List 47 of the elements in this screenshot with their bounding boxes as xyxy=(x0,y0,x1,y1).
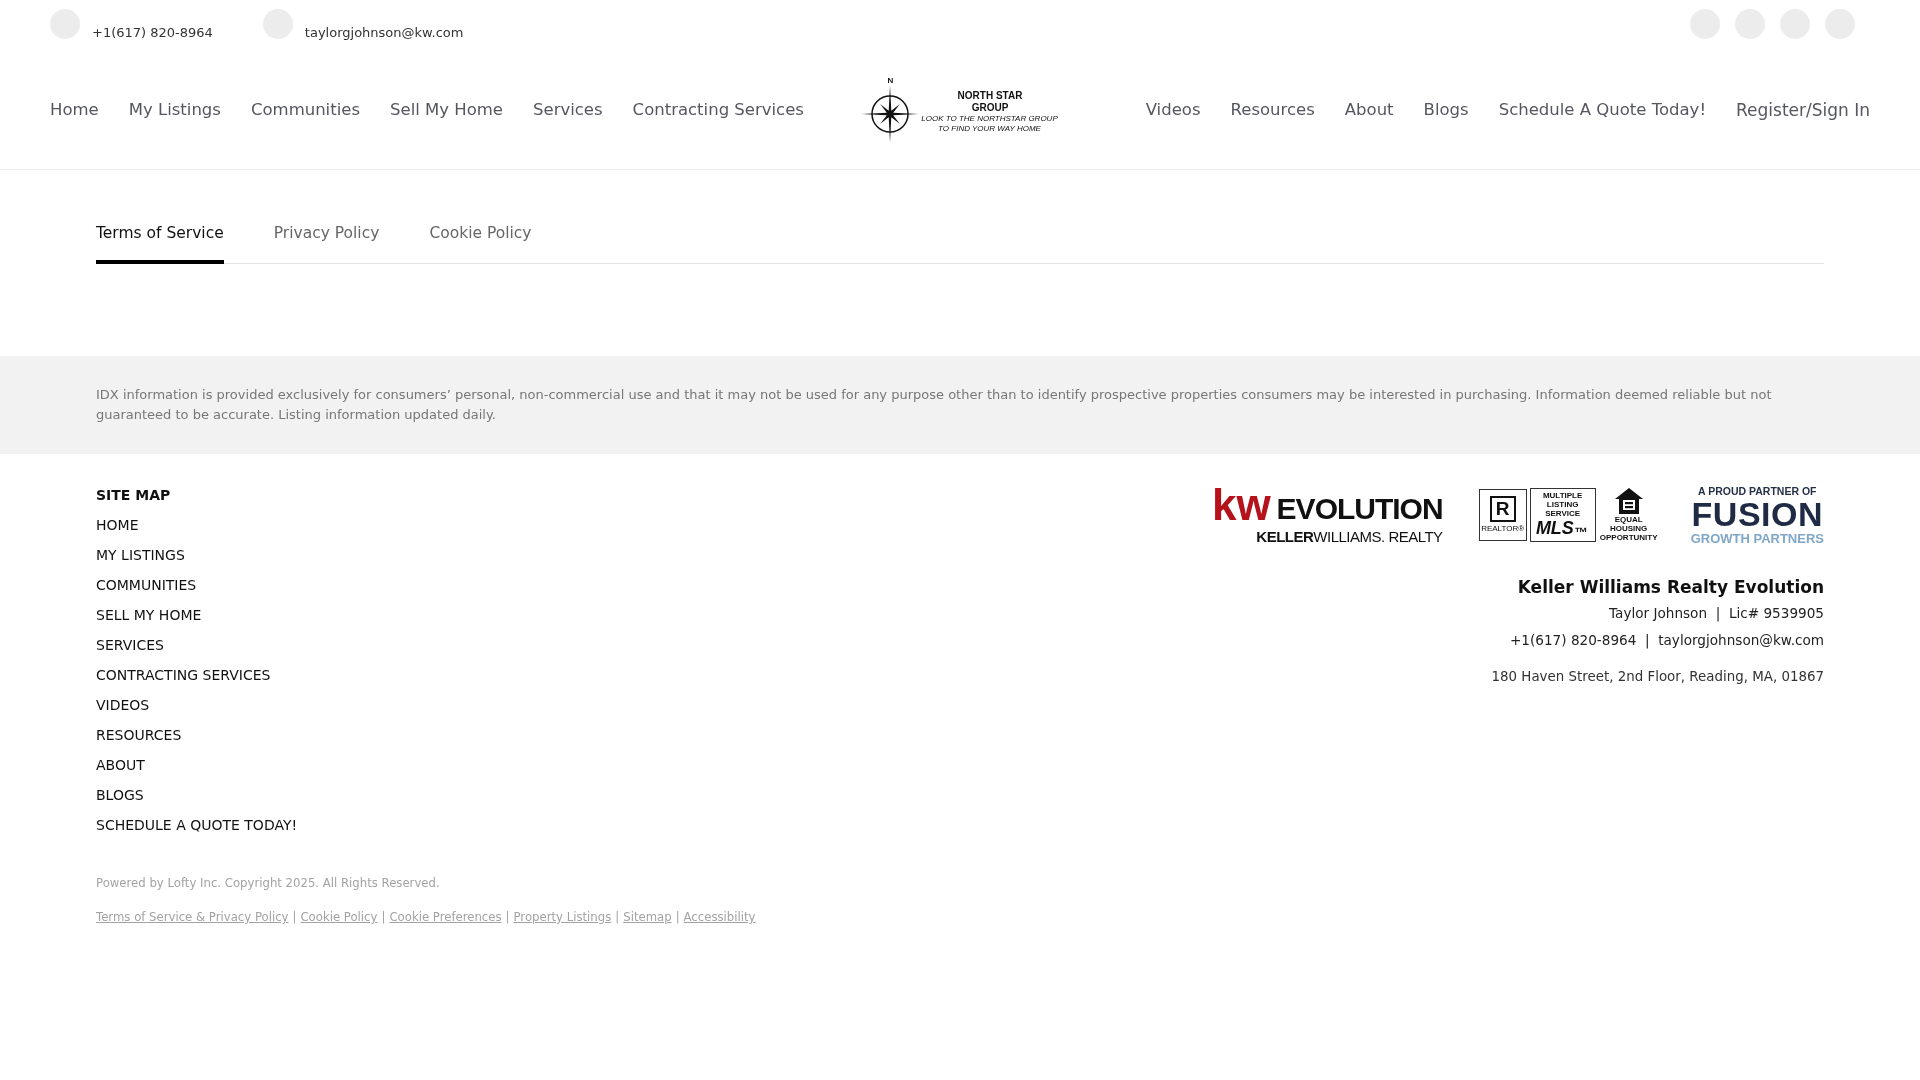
site-map-link[interactable]: RESOURCES xyxy=(96,720,182,750)
office-address: 180 Haven Street, 2nd Floor, Reading, MA, 01867 xyxy=(1491,668,1824,686)
link-separator: | xyxy=(292,909,297,926)
contact-details-text: Taylor Johnson | Lic# 9539905 xyxy=(1609,604,1824,624)
site-map-link[interactable]: SCHEDULE A QUOTE TODAY! xyxy=(96,810,298,840)
site-logo[interactable]: N NORTH STAR GROUP LOOK TO THE NORTHSTAR GROUP TO FIND YOUR WAY HOME xyxy=(861,76,1059,143)
site-map-link[interactable]: SELL MY HOME xyxy=(96,600,202,630)
nav-link[interactable]: Contracting Services xyxy=(632,99,804,120)
idx-disclaimer: IDX information is provided exclusively for consumers’ personal, non-commercial use and that it may not be used for any purpose other than to identify prospective properties consumers may be interested in purchasing. Information deemed reliable but not guaranteed to be accurate. Listing information updated daily. xyxy=(96,386,1773,424)
policy-tab[interactable]: Privacy Policy xyxy=(273,223,380,264)
contact-details-text: +1(617) 820-8964 | taylorgjohnson@kw.com xyxy=(1509,631,1824,651)
nav-link[interactable]: Services xyxy=(533,99,603,120)
sign-in-link[interactable]: Register/Sign In xyxy=(1736,100,1870,121)
site-map-link[interactable]: ABOUT xyxy=(96,750,145,780)
link-separator: | xyxy=(505,909,510,926)
policy-tab[interactable]: Terms of Service xyxy=(96,223,224,264)
realtor-logo: R REALTOR® xyxy=(1478,489,1527,541)
link-separator: | xyxy=(381,909,386,926)
house-icon xyxy=(1614,488,1643,514)
nav-link[interactable]: Sell My Home xyxy=(390,99,504,120)
nav-link[interactable]: Blogs xyxy=(1423,99,1469,120)
nav-link[interactable]: My Listings xyxy=(128,99,221,120)
nav-link[interactable]: Communities xyxy=(250,99,360,120)
policy-tab[interactable]: Cookie Policy xyxy=(429,223,532,264)
brokerage-name: Keller Williams Realty Evolution xyxy=(1517,576,1824,599)
nav-link[interactable]: About xyxy=(1344,99,1394,120)
site-map-link[interactable]: MY LISTINGS xyxy=(96,540,185,570)
site-map-link[interactable]: CONTRACTING SERVICES xyxy=(96,660,271,690)
site-map-link[interactable]: HOME xyxy=(96,510,139,540)
partner-logo: A PROUD PARTNER OF FUSION GROWTH PARTNERS xyxy=(1690,484,1824,546)
site-map-link[interactable]: VIDEOS xyxy=(96,690,150,720)
brokerage-logo: kw EVOLUTION KELLERWILLIAMS. REALTY xyxy=(1211,484,1444,546)
mls-logo: MULTIPLE LISTING SERVICE MLS$_{™}$ xyxy=(1529,488,1596,542)
link-separator: | xyxy=(675,909,680,926)
contact-link[interactable]: +1(617) 820-8964 xyxy=(92,25,213,41)
nav-link[interactable]: Resources xyxy=(1230,99,1315,120)
equal-housing-caption: EQUAL HOUSING OPPORTUNITY xyxy=(1598,515,1659,542)
site-map-link[interactable]: COMMUNITIES xyxy=(96,570,197,600)
nav-link[interactable]: Schedule A Quote Today! xyxy=(1498,99,1706,120)
nav-link[interactable]: Videos xyxy=(1145,99,1201,120)
link-separator: | xyxy=(615,909,620,926)
site-map-heading: SITE MAP xyxy=(96,486,172,505)
site-map-link[interactable]: SERVICES xyxy=(96,630,164,660)
copyright-text: Powered by Lofty Inc. Copyright 2025. All Rights Reserved. xyxy=(96,875,441,892)
nav-link[interactable]: Home xyxy=(50,99,99,120)
contact-link[interactable]: taylorgjohnson@kw.com xyxy=(304,25,464,41)
site-map-link[interactable]: BLOGS xyxy=(96,780,144,810)
